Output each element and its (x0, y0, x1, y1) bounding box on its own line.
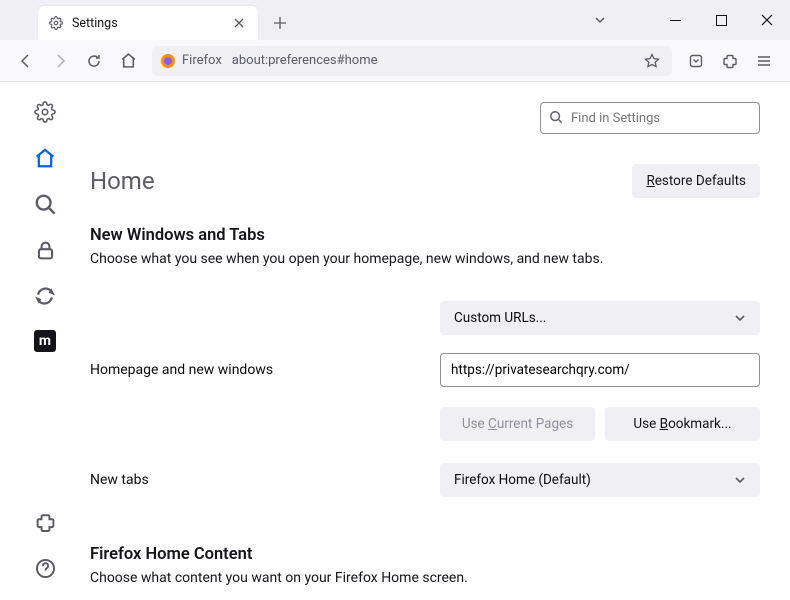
close-window-button[interactable] (744, 0, 790, 40)
sidebar-sync-icon[interactable] (33, 284, 57, 308)
chevron-down-icon (734, 312, 746, 324)
homepage-mode-select[interactable]: Custom URLs... (440, 301, 760, 335)
app-menu-button[interactable] (748, 45, 780, 77)
find-in-settings[interactable] (540, 102, 760, 134)
toolbar: Firefox about:preferences#home (0, 40, 790, 82)
window-controls (652, 0, 790, 40)
section2-description: Choose what content you want on your Fir… (90, 570, 760, 586)
close-icon[interactable] (230, 14, 248, 32)
pocket-button[interactable] (680, 45, 712, 77)
settings-sidebar: m (0, 82, 90, 600)
chevron-down-icon (734, 474, 746, 486)
url-text: about:preferences#home (232, 53, 640, 68)
section1-description: Choose what you see when you open your h… (90, 251, 760, 267)
homepage-label: Homepage and new windows (90, 362, 440, 378)
maximize-button[interactable] (698, 0, 744, 40)
search-icon (549, 110, 565, 126)
homepage-url-input[interactable] (440, 353, 760, 387)
bookmark-star-icon[interactable] (640, 49, 664, 73)
forward-button[interactable] (44, 45, 76, 77)
gear-icon (48, 15, 64, 31)
new-tab-button[interactable] (266, 9, 294, 37)
firefox-icon (160, 53, 176, 69)
sidebar-search-icon[interactable] (33, 192, 57, 216)
homepage-mode-value: Custom URLs... (454, 310, 546, 326)
tab-overflow-button[interactable] (580, 0, 620, 40)
newtabs-value: Firefox Home (Default) (454, 472, 591, 488)
tab-settings[interactable]: Settings (38, 6, 258, 40)
content-area: m Home Restore Defaults New Windows and … (0, 82, 790, 600)
sidebar-help-icon[interactable] (33, 556, 57, 580)
find-input[interactable] (571, 111, 751, 126)
newtabs-select[interactable]: Firefox Home (Default) (440, 463, 760, 497)
home-button[interactable] (112, 45, 144, 77)
back-button[interactable] (10, 45, 42, 77)
use-current-pages-button[interactable]: Use Current Pages (440, 407, 595, 441)
section-firefox-home-content: Firefox Home Content (90, 545, 760, 564)
newtabs-label: New tabs (90, 472, 440, 488)
sidebar-general-icon[interactable] (33, 100, 57, 124)
sidebar-more-icon[interactable]: m (34, 330, 56, 352)
tab-title: Settings (72, 16, 230, 31)
reload-button[interactable] (78, 45, 110, 77)
use-bookmark-button[interactable]: Use Bookmark... (605, 407, 760, 441)
url-bar[interactable]: Firefox about:preferences#home (152, 46, 672, 76)
minimize-button[interactable] (652, 0, 698, 40)
sidebar-home-icon[interactable] (33, 146, 57, 170)
url-prefix-label: Firefox (182, 53, 222, 68)
section-new-windows-tabs: New Windows and Tabs (90, 226, 760, 245)
sidebar-privacy-icon[interactable] (33, 238, 57, 262)
page-heading: Home (90, 167, 155, 195)
extensions-button[interactable] (714, 45, 746, 77)
main-panel: Home Restore Defaults New Windows and Ta… (90, 82, 790, 600)
sidebar-extensions-icon[interactable] (33, 510, 57, 534)
restore-defaults-button[interactable]: Restore Defaults (632, 164, 760, 198)
